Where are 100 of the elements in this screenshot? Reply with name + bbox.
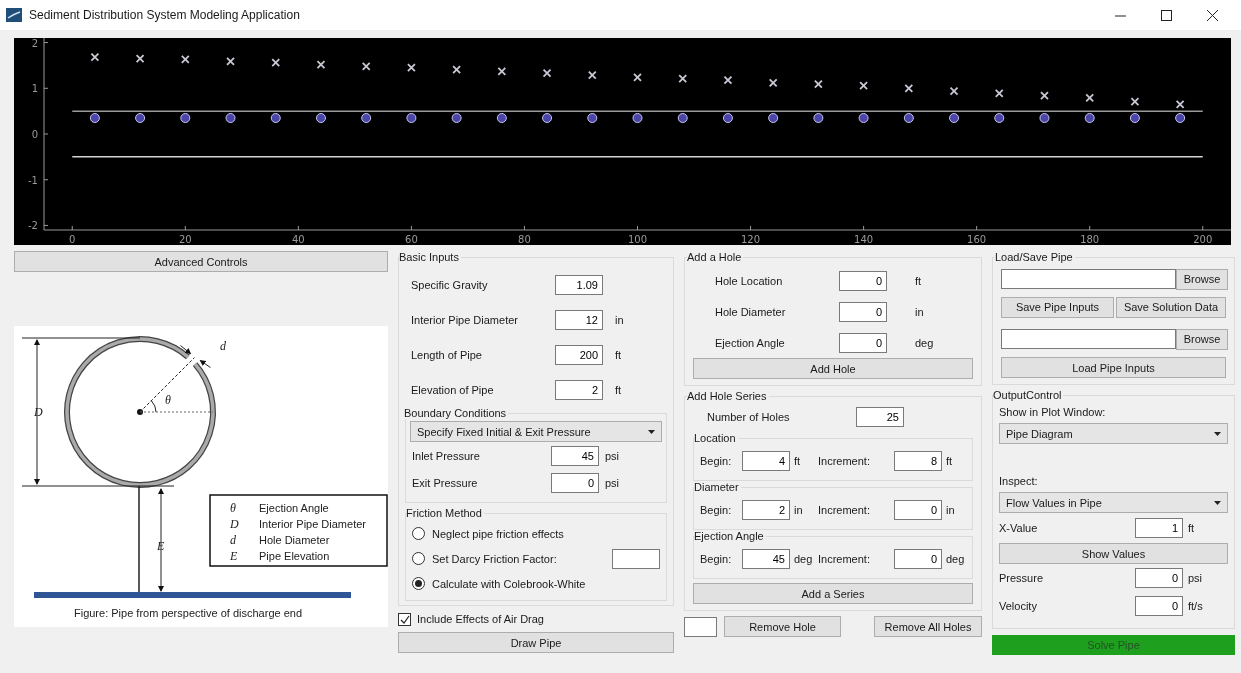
hole-index-field[interactable] [684, 616, 717, 637]
group-title: Add Hole Series [687, 390, 768, 402]
cross-marker [497, 66, 507, 76]
caret-icon [1214, 431, 1221, 436]
tick-label: 100 [627, 234, 648, 245]
file-path-field[interactable] [1001, 329, 1176, 349]
group-title: Location [694, 432, 737, 444]
radio-button[interactable] [412, 527, 425, 540]
number-field[interactable]: 0 [1135, 596, 1183, 616]
draw-pipe-button[interactable]: Draw Pipe [398, 632, 674, 653]
number-field[interactable]: 25 [856, 407, 904, 427]
number-field[interactable]: 0 [1135, 568, 1183, 588]
window-title: Sediment Distribution System Modeling Application [29, 8, 301, 22]
show-values-button[interactable]: Show Values [999, 543, 1228, 564]
angle-label: θ [165, 393, 171, 407]
number-field[interactable]: 2 [742, 500, 790, 520]
number-field[interactable]: 0 [839, 301, 887, 322]
load-pipe-inputs-button[interactable]: Load Pipe Inputs [1001, 357, 1226, 378]
circle-marker [225, 113, 236, 123]
browse-button[interactable]: Browse [1176, 268, 1228, 290]
tick-label: 1 [31, 83, 38, 95]
circle-marker [949, 113, 960, 123]
number-field[interactable]: 0 [551, 472, 599, 493]
dropdown[interactable]: Specify Fixed Initial & Exit Pressure [410, 421, 662, 442]
maximize-icon[interactable] [1160, 9, 1172, 21]
legend-symbol: D [230, 517, 239, 531]
close-icon[interactable] [1206, 9, 1218, 21]
number-field[interactable]: 45 [551, 445, 599, 466]
circle-marker [632, 113, 643, 123]
field-label: Number of Holes [706, 411, 791, 423]
dropdown[interactable]: Pipe Diagram [999, 423, 1228, 444]
circle-marker [135, 113, 146, 123]
unit-label: ft/s [1188, 600, 1203, 612]
number-field[interactable]: 12 [555, 309, 603, 330]
cross-marker [994, 88, 1004, 98]
cross-marker [678, 74, 688, 84]
radio-button[interactable] [412, 552, 425, 565]
legend-text: Interior Pipe Diameter [259, 518, 366, 530]
circle-marker [496, 113, 507, 123]
add-series-button[interactable]: Add a Series [693, 583, 973, 604]
tick-label: 180 [1080, 234, 1100, 245]
circle-marker [587, 113, 598, 123]
number-field[interactable]: 200 [555, 344, 603, 365]
remove-all-holes-button[interactable]: Remove All Holes [874, 616, 982, 637]
field-label: Velocity [999, 600, 1038, 612]
option-label: Set Darcy Friction Factor: [432, 552, 557, 565]
radio-button[interactable] [412, 577, 425, 590]
field-label: Inlet Pressure [411, 449, 481, 462]
tick-label: 0 [31, 129, 38, 140]
field-label: Hole Location [714, 274, 784, 287]
field-label: X-Value [999, 522, 1039, 534]
add-hole-button[interactable]: Add Hole [693, 358, 973, 379]
number-field[interactable]: 1.09 [555, 274, 603, 295]
number-field[interactable]: 8 [894, 451, 942, 471]
circle-marker [813, 113, 824, 123]
number-field[interactable]: 0 [839, 332, 887, 353]
tick-label: -2 [28, 220, 38, 232]
number-field[interactable]: 45 [742, 549, 790, 569]
circle-marker [361, 113, 372, 123]
unit-label: in [915, 305, 924, 318]
circle-marker [1175, 113, 1186, 123]
diameter-label: D [34, 405, 43, 419]
legend-symbol: E [230, 549, 238, 563]
number-field[interactable]: 1 [1135, 518, 1183, 538]
checkbox[interactable] [398, 612, 411, 626]
cross-marker [814, 79, 823, 89]
number-field[interactable]: 0 [839, 270, 887, 291]
cross-marker [452, 65, 461, 74]
number-field[interactable]: 0 [894, 549, 942, 569]
field-label: Begin: [700, 455, 733, 467]
circle-marker [315, 113, 326, 123]
unit-label: in [946, 504, 955, 516]
circle-marker [89, 113, 100, 123]
browse-button[interactable]: Browse [1176, 328, 1228, 350]
circle-marker [542, 113, 553, 123]
field-label: Increment: [818, 455, 871, 467]
circle-marker [903, 113, 914, 123]
number-field[interactable]: 4 [742, 451, 790, 471]
tick-label: 200 [1193, 234, 1213, 245]
cross-marker [859, 81, 868, 90]
save-pipe-inputs-button[interactable]: Save Pipe Inputs [1001, 296, 1114, 318]
option-label: Neglect pipe friction effects [432, 527, 564, 540]
field-label: Elevation of Pipe [410, 383, 495, 396]
remove-hole-button[interactable]: Remove Hole [724, 616, 841, 637]
file-path-field[interactable] [1001, 269, 1176, 289]
friction-factor-field[interactable] [612, 548, 660, 569]
tick-label: 60 [405, 234, 418, 245]
dropdown[interactable]: Flow Values in Pipe [999, 492, 1228, 513]
unit-label: psi [605, 476, 620, 489]
save-solution-data-button[interactable]: Save Solution Data [1116, 296, 1226, 318]
caret-icon [1214, 500, 1221, 505]
field-label: Increment: [818, 553, 871, 565]
elevation-label: E [157, 539, 165, 553]
unit-label: in [615, 313, 624, 326]
number-field[interactable]: 2 [555, 379, 603, 400]
advanced-controls-button[interactable]: Advanced Controls [14, 251, 388, 272]
number-field[interactable]: 0 [894, 500, 942, 520]
group-title: Ejection Angle [694, 530, 765, 542]
legend-symbol: d [230, 533, 236, 547]
legend-text: Ejection Angle [259, 502, 329, 514]
